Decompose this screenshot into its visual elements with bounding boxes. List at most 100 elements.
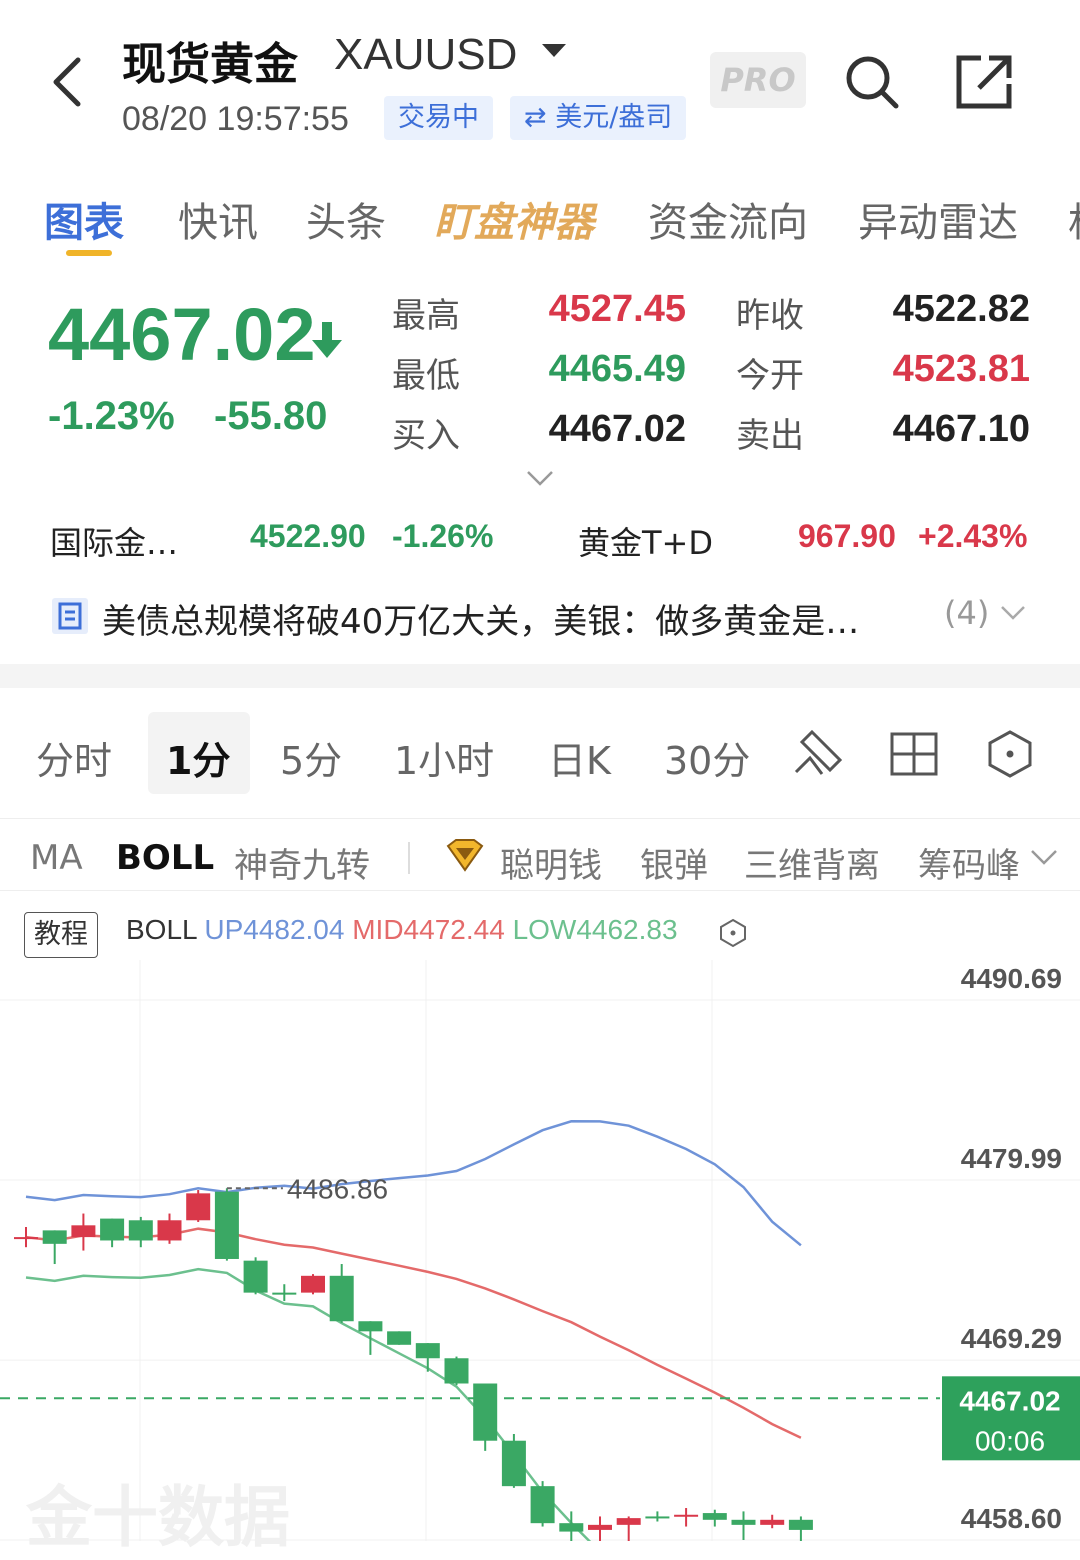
y-tick-label: 4469.29 <box>961 1323 1062 1354</box>
ask-label: 卖出 <box>736 416 804 456</box>
layout-grid-icon[interactable] <box>888 728 940 780</box>
candle-body <box>788 1519 813 1530</box>
period-5min[interactable]: 5分 <box>280 730 342 785</box>
last-price: 4467.02 <box>48 293 316 376</box>
indicator-smart-money[interactable]: 聪明钱 <box>500 838 602 887</box>
candle-body <box>760 1519 785 1525</box>
ask-value: 4467.10 <box>892 408 1030 450</box>
related-name-gold-td[interactable]: 黄金T+D <box>578 518 713 564</box>
boll-lower-line <box>25 1267 592 1541</box>
candle-body <box>272 1292 297 1295</box>
down-arrow-icon <box>312 322 342 358</box>
high-value: 4527.45 <box>548 288 686 330</box>
candle-body <box>243 1260 268 1293</box>
draw-tool-icon[interactable] <box>792 728 844 780</box>
settings-hexagon-icon[interactable] <box>718 918 748 948</box>
candle-body <box>588 1524 612 1530</box>
low-value: 4465.49 <box>548 348 686 390</box>
period-1hour[interactable]: 1小时 <box>394 730 494 785</box>
legend-low: LOW4462.83 <box>512 914 678 945</box>
candle-body <box>731 1519 756 1525</box>
candle-body <box>128 1220 153 1241</box>
prev-close-value: 4522.82 <box>892 288 1030 330</box>
candle-body <box>473 1383 498 1441</box>
symbol-selector[interactable]: XAUUSD <box>334 30 517 80</box>
tab-watch-tool[interactable]: 盯盘神器 <box>434 190 594 248</box>
indicator-silver-bullet[interactable]: 银弹 <box>640 838 708 887</box>
news-count[interactable]: (4) <box>944 594 989 632</box>
y-tick-label: 4479.99 <box>961 1143 1062 1174</box>
indicator-magic-nine[interactable]: 神奇九转 <box>234 838 370 887</box>
chevron-down-icon[interactable] <box>1030 848 1058 866</box>
candle-body <box>616 1518 641 1525</box>
indicator-boll[interactable]: BOLL <box>116 838 214 878</box>
period-daily[interactable]: 日K <box>548 730 611 785</box>
settings-hexagon-icon[interactable] <box>984 728 1036 780</box>
candle-body <box>14 1237 38 1240</box>
open-label: 今开 <box>736 356 804 396</box>
current-price-label: 4467.02 <box>959 1385 1060 1416</box>
share-icon[interactable] <box>955 52 1015 112</box>
candle-body <box>214 1191 239 1259</box>
period-1min[interactable]: 1分 <box>166 730 230 785</box>
indicator-chip-peak[interactable]: 筹码峰 <box>918 838 1020 887</box>
change-value: -55.80 <box>214 394 328 438</box>
chevron-down-icon[interactable] <box>1000 604 1026 622</box>
candle-body <box>42 1230 67 1244</box>
candle-body <box>387 1331 412 1345</box>
open-value: 4523.81 <box>892 348 1030 390</box>
tutorial-button[interactable]: 教程 <box>24 912 98 958</box>
countdown-label: 00:06 <box>975 1425 1045 1456</box>
y-tick-label: 4490.69 <box>961 963 1062 994</box>
divider-line <box>0 818 1080 819</box>
caret-down-icon[interactable] <box>542 44 566 57</box>
news-icon <box>52 598 88 634</box>
candle-body <box>501 1440 526 1487</box>
tab-active-indicator <box>66 250 112 256</box>
tab-capital-flow[interactable]: 资金流向 <box>648 190 808 248</box>
related-value-intl-gold: 4522.90 <box>250 518 366 554</box>
indicator-separator <box>408 842 410 874</box>
candle-body <box>444 1358 469 1384</box>
back-icon[interactable] <box>48 52 88 112</box>
indicator-ma[interactable]: MA <box>30 838 83 878</box>
candle-body <box>358 1321 383 1332</box>
page-title: 现货黄金 <box>122 39 298 90</box>
boll-mid-line <box>25 1227 802 1439</box>
candle-body <box>301 1275 325 1293</box>
candle-body <box>530 1486 555 1524</box>
candle-body <box>645 1516 670 1519</box>
pro-button[interactable]: PRO <box>710 52 806 108</box>
timestamp: 08/20 19:57:55 <box>122 100 349 138</box>
period-timeshare[interactable]: 分时 <box>36 730 112 785</box>
low-label: 最低 <box>392 356 460 396</box>
tab-anomaly-radar[interactable]: 异动雷达 <box>858 190 1018 248</box>
indicator-3d-divergence[interactable]: 三维背离 <box>744 838 880 887</box>
candle-body <box>157 1220 182 1241</box>
tab-headlines[interactable]: 头条 <box>306 190 386 248</box>
news-headline[interactable]: 美债总规模将破40万亿大关，美银：做多黄金是… <box>102 594 859 643</box>
diamond-icon <box>446 839 484 872</box>
chevron-down-icon[interactable] <box>526 468 554 488</box>
tab-chart[interactable]: 图表 <box>44 190 124 248</box>
candle-body <box>100 1218 125 1241</box>
search-icon[interactable] <box>842 52 902 112</box>
max-price-label: 4486.86 <box>287 1173 388 1204</box>
legend-mid: MID4472.44 <box>352 914 505 945</box>
candle-body <box>702 1513 727 1520</box>
related-name-intl-gold[interactable]: 国际金… <box>50 518 178 564</box>
candle-body <box>186 1193 211 1221</box>
high-label: 最高 <box>392 296 460 336</box>
period-30min[interactable]: 30分 <box>664 730 750 785</box>
related-value-gold-td: 967.90 <box>798 518 896 554</box>
bid-value: 4467.02 <box>548 408 686 450</box>
change-percent: -1.23% <box>48 394 175 438</box>
boll-legend: BOLL UP4482.04 MID4472.44 LOW4462.83 <box>126 914 678 946</box>
candlestick-chart[interactable]: 4490.694479.994469.294458.60 4486.864465… <box>0 960 1080 1541</box>
tab-related[interactable]: 相 <box>1068 190 1080 248</box>
section-divider <box>0 664 1080 688</box>
tab-flash-news[interactable]: 快讯 <box>178 190 258 248</box>
currency-unit-toggle[interactable]: ⇄ 美元/盎司 <box>510 96 687 140</box>
candle-body <box>329 1275 354 1322</box>
candle-body <box>71 1225 96 1238</box>
